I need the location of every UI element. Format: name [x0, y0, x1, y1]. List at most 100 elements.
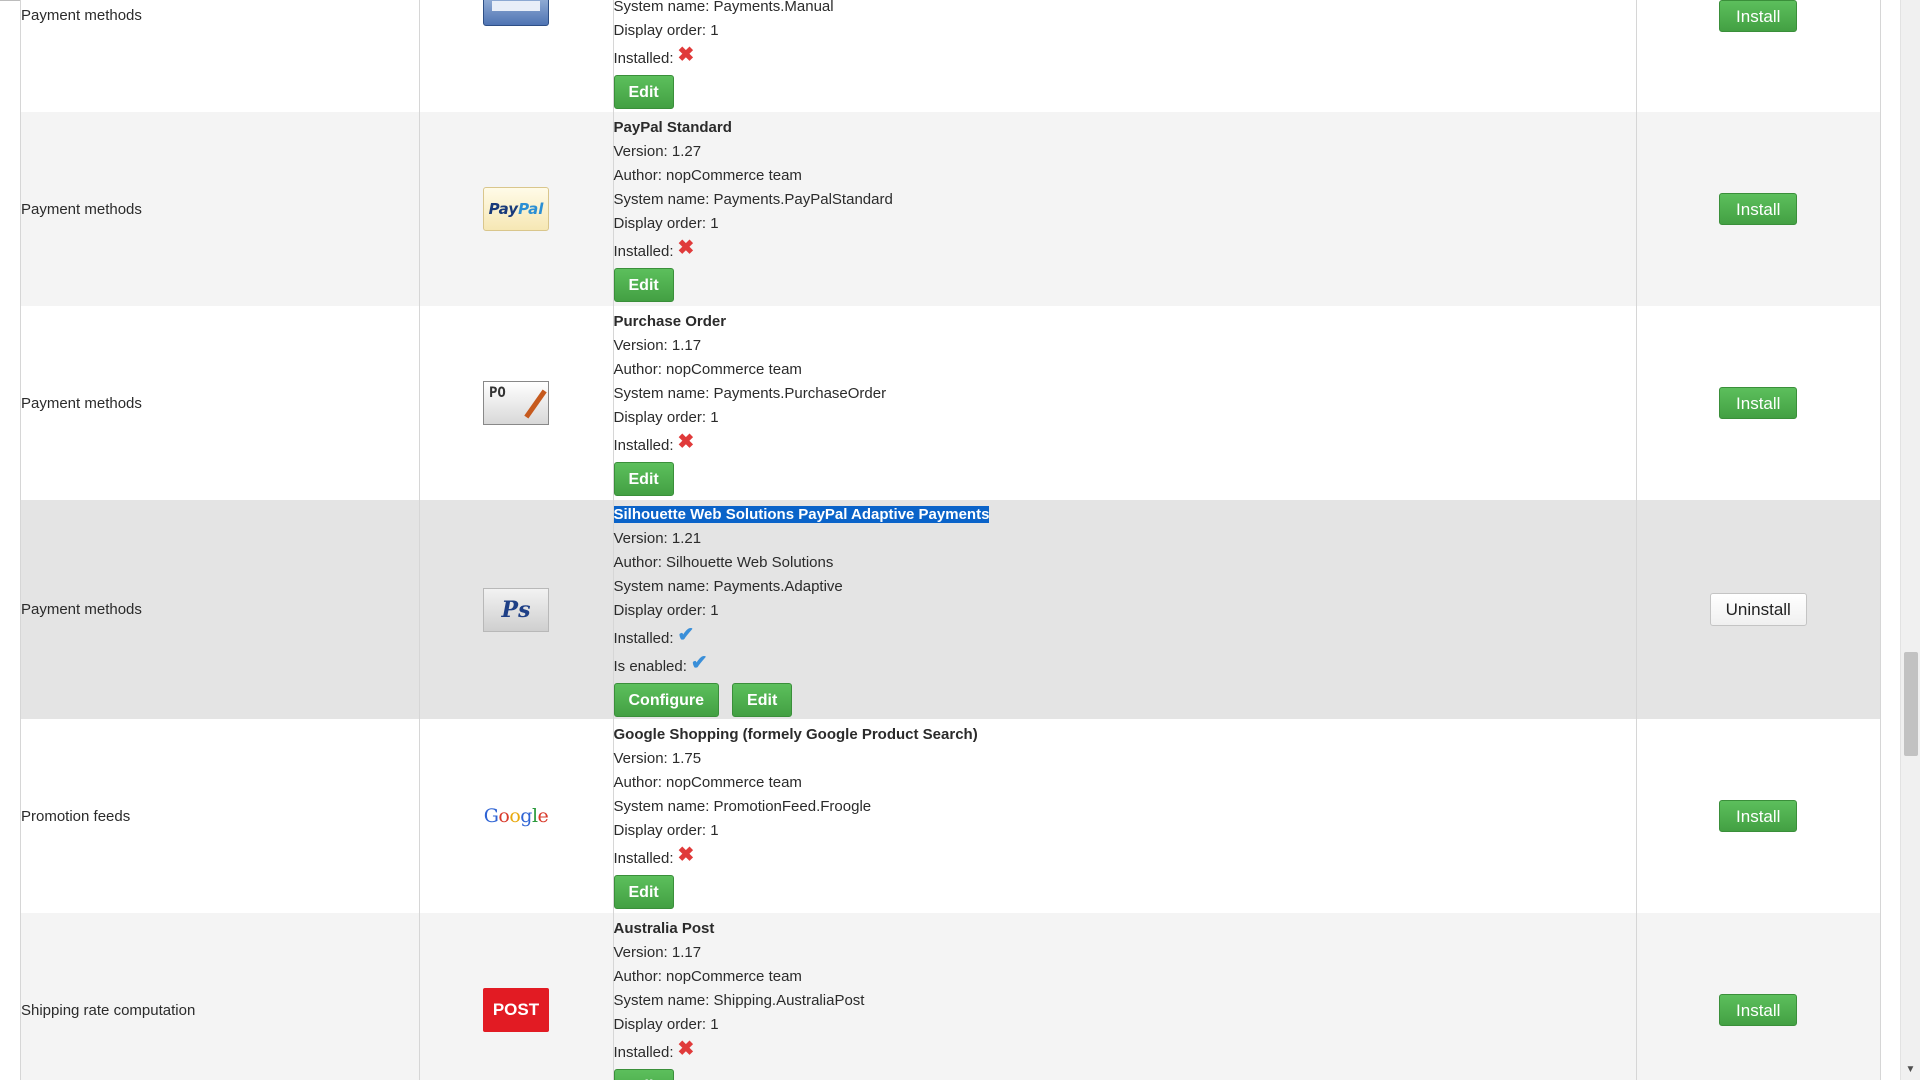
display-order: Display order: 1 — [613, 822, 719, 839]
display-order: Display order: 1 — [613, 22, 719, 39]
system-name: System name: Payments.Manual — [613, 0, 834, 15]
edit-button[interactable]: Edit — [732, 682, 793, 717]
edit-button[interactable]: Edit — [613, 75, 674, 109]
logo-cell — [419, 0, 614, 112]
action-cell: Install — [1636, 719, 1880, 913]
action-cell: Uninstall — [1636, 500, 1880, 719]
purchase-order-logo: PO — [483, 381, 549, 425]
group-cell: Payment methods — [21, 306, 420, 500]
installed-status: Installed: ✖ — [613, 1038, 695, 1061]
display-order: Display order: 1 — [613, 1016, 719, 1033]
author: Author: nopCommerce team — [613, 774, 802, 791]
author: Author: Silhouette Web Solutions — [613, 553, 834, 571]
install-button[interactable]: Install — [1719, 994, 1798, 1026]
author: Author: nopCommerce team — [613, 361, 802, 378]
group-label: Promotion feeds — [21, 807, 131, 825]
edit-button[interactable]: Edit — [613, 875, 674, 909]
credit-card-logo — [483, 0, 549, 26]
install-button[interactable]: Install — [1719, 0, 1798, 32]
display-order: Display order: 1 — [613, 601, 719, 619]
display-order: Display order: 1 — [613, 215, 719, 232]
table-row: Payment methods PayPal PayPal Standard V… — [21, 112, 1880, 306]
group-label: Shipping rate computation — [21, 1001, 196, 1019]
system-name: System name: PromotionFeed.Froogle — [613, 798, 872, 815]
group-label: Payment methods — [21, 7, 142, 24]
scrollbar-thumb[interactable] — [1904, 652, 1918, 756]
table-row: Payment methods PO Purchase Order Versio… — [21, 306, 1880, 500]
install-button[interactable]: Install — [1719, 800, 1798, 832]
selected-text: Silhouette Web Solutions PayPal Adaptive… — [613, 505, 990, 523]
version: Version: 1.17 — [613, 944, 702, 961]
cross-icon: ✖ — [677, 844, 695, 866]
cross-icon: ✖ — [677, 237, 695, 259]
logo-cell: PO — [419, 306, 614, 500]
author: Author: nopCommerce team — [613, 968, 802, 985]
group-cell: Promotion feeds — [21, 719, 420, 913]
version: Version: 1.27 — [613, 143, 702, 160]
check-icon: ✔ — [677, 623, 695, 646]
action-cell: Install — [1636, 0, 1880, 112]
plugin-info: Purchase Order Version: 1.17 Author: nop… — [613, 306, 1637, 500]
group-cell: Shipping rate computation — [21, 913, 420, 1080]
install-button[interactable]: Install — [1719, 387, 1798, 419]
plugin-name: PayPal Standard — [613, 119, 732, 136]
installed-status: Installed: ✖ — [613, 431, 695, 454]
plugin-name: Purchase Order — [613, 313, 727, 330]
system-name: System name: Payments.Adaptive — [613, 577, 843, 595]
version: Version: 1.21 — [613, 529, 702, 547]
logo-cell: Ps — [419, 500, 614, 719]
uninstall-button[interactable]: Uninstall — [1709, 593, 1807, 626]
edit-button[interactable]: Edit — [613, 268, 674, 302]
plugin-info: Silhouette Web Solutions PayPal Adaptive… — [613, 500, 1637, 719]
plugin-name: Australia Post — [613, 920, 715, 937]
check-icon: ✔ — [690, 651, 708, 674]
table-row-selected: Payment methods Ps Silhouette Web Soluti… — [21, 500, 1880, 719]
group-cell: Payment methods — [21, 0, 420, 112]
cross-icon: ✖ — [677, 44, 695, 66]
table-row: Promotion feeds Google Google Shopping (… — [21, 719, 1880, 913]
vertical-scrollbar[interactable]: ▼ — [1900, 0, 1920, 1080]
google-logo: Google — [483, 805, 549, 827]
group-label: Payment methods — [21, 200, 142, 218]
installed-status: Installed: ✖ — [613, 237, 695, 260]
plugin-info: System name: Payments.Manual Display ord… — [613, 0, 1637, 112]
group-label: Payment methods — [21, 394, 142, 412]
system-name: System name: Shipping.AustraliaPost — [613, 992, 865, 1009]
system-name: System name: Payments.PayPalStandard — [613, 191, 893, 208]
enabled-status: Is enabled: ✔ — [613, 651, 708, 675]
logo-cell: Google — [419, 719, 614, 913]
version: Version: 1.17 — [613, 337, 702, 354]
install-button[interactable]: Install — [1719, 193, 1798, 225]
plugins-table: Payment methods System name: Payments.Ma… — [21, 0, 1880, 1080]
scroll-down-icon[interactable]: ▼ — [1901, 1062, 1920, 1078]
group-cell: Payment methods — [21, 112, 420, 306]
plugin-name: Google Shopping (formely Google Product … — [613, 726, 978, 743]
adaptive-payments-logo: Ps — [483, 587, 549, 632]
plugins-grid: Payment methods System name: Payments.Ma… — [20, 0, 1881, 1080]
table-row: Shipping rate computation POST Australia… — [21, 913, 1880, 1080]
plugin-info: Google Shopping (formely Google Product … — [613, 719, 1637, 913]
edit-button[interactable]: Edit — [613, 462, 674, 496]
configure-button[interactable]: Configure — [613, 682, 720, 717]
action-cell: Install — [1636, 306, 1880, 500]
installed-status: Installed: ✔ — [613, 623, 695, 647]
installed-status: Installed: ✖ — [613, 44, 695, 67]
cross-icon: ✖ — [677, 1038, 695, 1060]
action-cell: Install — [1636, 112, 1880, 306]
group-label: Payment methods — [21, 601, 142, 618]
installed-status: Installed: ✖ — [613, 844, 695, 867]
logo-cell: POST — [419, 913, 614, 1080]
plugin-name: Silhouette Web Solutions PayPal Adaptive… — [613, 503, 1636, 527]
table-row: Payment methods System name: Payments.Ma… — [21, 0, 1880, 112]
version: Version: 1.75 — [613, 750, 702, 767]
plugin-info: Australia Post Version: 1.17 Author: nop… — [613, 913, 1637, 1080]
author: Author: nopCommerce team — [613, 167, 802, 184]
plugin-info: PayPal Standard Version: 1.27 Author: no… — [613, 112, 1637, 306]
cross-icon: ✖ — [677, 431, 695, 453]
logo-cell: PayPal — [419, 112, 614, 306]
edit-button[interactable]: Edit — [613, 1069, 674, 1080]
action-cell: Install — [1636, 913, 1880, 1080]
display-order: Display order: 1 — [613, 409, 719, 426]
australia-post-logo: POST — [483, 988, 549, 1032]
paypal-logo: PayPal — [483, 187, 549, 231]
